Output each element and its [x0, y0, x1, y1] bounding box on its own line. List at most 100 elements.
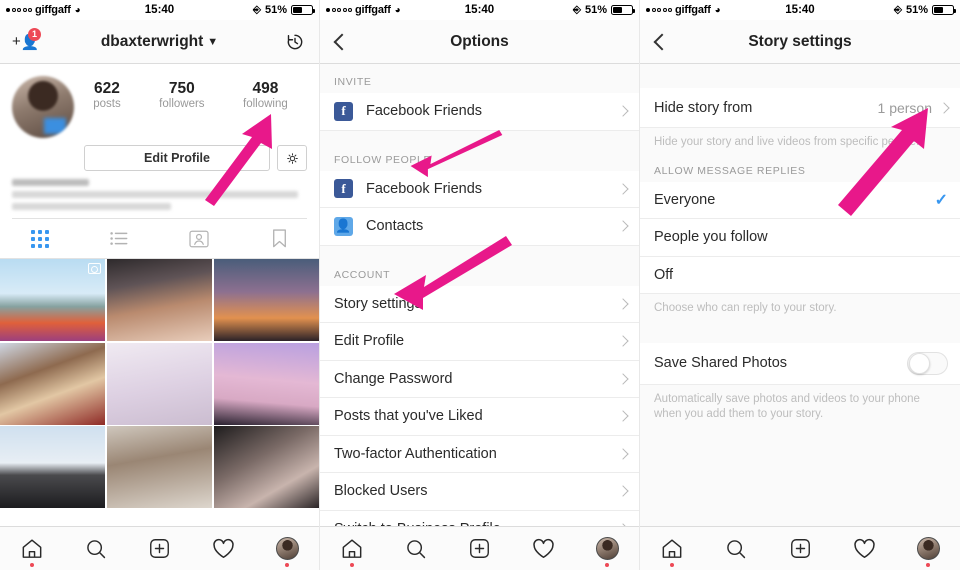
- grid-photo[interactable]: [0, 342, 106, 425]
- grid-photo[interactable]: [213, 426, 319, 508]
- activity-heart-tab-icon: [853, 538, 875, 559]
- row-contacts[interactable]: 👤 Contacts: [320, 208, 639, 246]
- section-gap: [320, 130, 639, 142]
- bottom-tab-bar: [640, 526, 960, 570]
- section-header-follow-people: FOLLOW PEOPLE: [320, 141, 639, 171]
- profile-username-dropdown[interactable]: dbaxterwright ▼: [101, 33, 218, 51]
- profile-tab[interactable]: [587, 534, 627, 567]
- posts-count: 622: [94, 80, 120, 97]
- row-reply-people-you-follow[interactable]: People you follow: [640, 219, 960, 257]
- home-tab[interactable]: [12, 534, 52, 567]
- row-blocked-users[interactable]: Blocked Users: [320, 473, 639, 511]
- row-change-password[interactable]: Change Password: [320, 360, 639, 398]
- row-follow-facebook-friends[interactable]: f Facebook Friends: [320, 170, 639, 208]
- row-hide-story-from[interactable]: Hide story from 1 person: [640, 88, 960, 128]
- search-tab[interactable]: [76, 534, 116, 564]
- row-story-settings[interactable]: Story settings: [320, 285, 639, 323]
- gear-icon: [286, 152, 298, 164]
- home-tab-icon: [662, 539, 682, 558]
- row-edit-profile[interactable]: Edit Profile: [320, 323, 639, 361]
- back-chevron-icon: [333, 33, 351, 50]
- row-label: Story settings: [334, 295, 422, 312]
- archive-history-button[interactable]: [285, 32, 305, 52]
- profile-tab-dot: [926, 562, 930, 567]
- activity-tab[interactable]: [523, 534, 563, 564]
- add-post-tab[interactable]: [459, 534, 499, 564]
- options-list[interactable]: INVITE f Facebook Friends FOLLOW PEOPLE …: [320, 64, 639, 570]
- grid-photo[interactable]: [213, 259, 319, 341]
- row-label: Facebook Friends: [366, 103, 483, 120]
- stat-following[interactable]: 498 following: [243, 80, 288, 110]
- hide-story-note: Hide your story and live videos from spe…: [640, 128, 960, 161]
- profile-tab-avatar: [595, 537, 619, 560]
- grid-photo[interactable]: [106, 342, 213, 425]
- grid-photo[interactable]: [106, 426, 213, 508]
- profile-tab[interactable]: [267, 534, 307, 567]
- grid-photo[interactable]: [0, 426, 106, 508]
- row-reply-everyone[interactable]: Everyone ✓: [640, 181, 960, 220]
- section-header-invite: INVITE: [320, 64, 639, 93]
- following-count: 498: [252, 80, 279, 97]
- grid-photo[interactable]: [106, 259, 213, 341]
- add-post-tab-icon: [790, 539, 810, 558]
- chevron-down-icon: ▼: [207, 35, 219, 48]
- row-label: People you follow: [654, 229, 768, 246]
- profile-header: 622 posts 750 followers 498 following: [0, 64, 319, 138]
- activity-tab[interactable]: [844, 534, 884, 564]
- row-save-shared-photos[interactable]: Save Shared Photos: [640, 342, 960, 385]
- story-settings-list[interactable]: Hide story from 1 person Hide your story…: [640, 64, 960, 570]
- activity-tab[interactable]: [203, 534, 243, 564]
- add-user-button[interactable]: + 👤 1: [12, 27, 41, 52]
- profile-bio: [0, 171, 319, 219]
- edit-profile-button[interactable]: Edit Profile: [84, 145, 270, 171]
- bio-name-line: [12, 179, 89, 186]
- add-post-tab[interactable]: [139, 534, 179, 564]
- tab-tagged-photos[interactable]: [160, 230, 240, 248]
- photo-grid: [0, 259, 319, 508]
- add-post-tab[interactable]: [780, 534, 820, 564]
- chevron-right-icon: [617, 373, 629, 385]
- grid-photo[interactable]: [213, 342, 319, 425]
- settings-gear-button[interactable]: [277, 145, 307, 171]
- back-button[interactable]: [332, 33, 351, 50]
- search-tab[interactable]: [716, 534, 756, 564]
- battery-icon: [291, 5, 315, 15]
- tab-saved[interactable]: [239, 229, 319, 248]
- tab-list-view[interactable]: [80, 231, 160, 246]
- followers-count: 750: [168, 80, 195, 97]
- row-reply-off[interactable]: Off: [640, 256, 960, 295]
- stat-posts[interactable]: 622 posts: [93, 80, 121, 110]
- chevron-right-icon: [617, 410, 629, 422]
- back-button[interactable]: [652, 33, 671, 50]
- profile-tab[interactable]: [908, 534, 948, 567]
- row-label: Two-factor Authentication: [334, 445, 497, 462]
- profile-action-row: Edit Profile: [0, 138, 319, 171]
- search-tab[interactable]: [396, 534, 436, 564]
- row-label: Blocked Users: [334, 483, 428, 500]
- tab-grid-view[interactable]: [0, 229, 80, 248]
- add-user-badge: 1: [28, 27, 41, 41]
- row-posts-youve-liked[interactable]: Posts that you've Liked: [320, 398, 639, 436]
- home-tab[interactable]: [652, 534, 692, 567]
- facebook-icon: f: [334, 179, 353, 199]
- search-tab-icon: [727, 539, 746, 558]
- chevron-right-icon: [617, 448, 629, 460]
- avatar[interactable]: [12, 76, 74, 138]
- row-invite-facebook-friends[interactable]: f Facebook Friends: [320, 93, 639, 131]
- options-nav-bar: Options: [320, 20, 639, 64]
- row-label: Facebook Friends: [366, 180, 483, 197]
- search-tab-icon: [86, 539, 105, 558]
- activity-heart-tab-icon: [533, 538, 554, 559]
- chevron-right-icon: [617, 183, 629, 195]
- grid-photo[interactable]: [0, 259, 106, 341]
- hide-story-count-value: 1 person: [877, 99, 932, 116]
- stat-followers[interactable]: 750 followers: [159, 80, 204, 110]
- save-shared-photos-toggle[interactable]: [907, 351, 948, 375]
- home-tab-dot: [29, 562, 34, 567]
- profile-nav-bar: + 👤 1 dbaxterwright ▼: [0, 20, 319, 64]
- add-user-icon[interactable]: + 👤 1: [12, 27, 41, 52]
- facebook-icon: f: [334, 101, 353, 121]
- save-shared-note: Automatically save photos and videos to …: [640, 384, 960, 433]
- home-tab[interactable]: [332, 534, 372, 567]
- row-two-factor-authentication[interactable]: Two-factor Authentication: [320, 435, 639, 473]
